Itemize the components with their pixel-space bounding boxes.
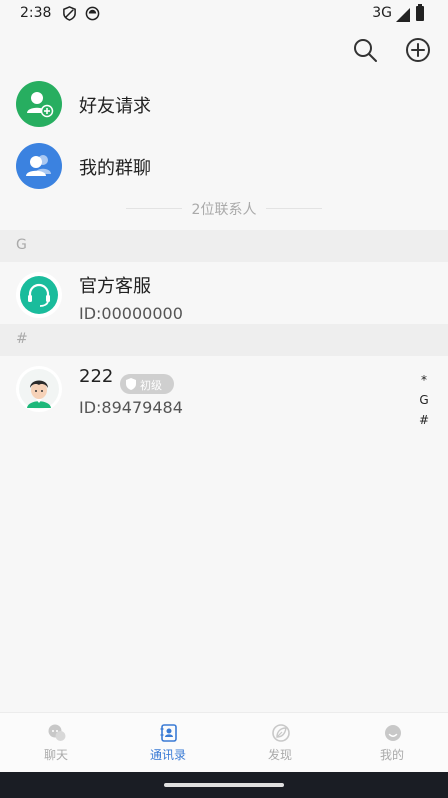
signal-icon <box>396 8 410 22</box>
discover-icon <box>272 724 290 742</box>
tab-profile[interactable]: 我的 <box>336 713 448 773</box>
contact-row-222[interactable]: 222 初级 ID:89479484 <box>0 366 448 430</box>
alphabet-index-bar[interactable]: * G # <box>416 370 432 430</box>
customer-service-avatar <box>16 272 62 318</box>
index-item-g[interactable]: G <box>416 390 432 410</box>
profile-icon <box>385 725 401 741</box>
contact-name: 官方客服 <box>79 276 151 297</box>
level-badge: 初级 <box>120 374 174 394</box>
add-circle-icon[interactable] <box>404 36 432 64</box>
level-badge-icon <box>126 378 136 390</box>
add-friend-icon <box>16 81 62 127</box>
my-groups-label: 我的群聊 <box>79 158 151 179</box>
contacts-icon <box>160 724 177 742</box>
index-item-star[interactable]: * <box>416 370 432 390</box>
contact-name: 222 <box>79 366 114 387</box>
network-type: 3G <box>372 5 392 21</box>
status-time: 2:38 <box>20 5 52 21</box>
divider <box>266 208 322 209</box>
user-avatar <box>16 366 62 412</box>
tab-contacts[interactable]: 通讯录 <box>112 713 224 773</box>
tab-discover[interactable]: 发现 <box>224 713 336 773</box>
home-gesture-handle[interactable] <box>164 783 284 787</box>
top-toolbar <box>0 28 448 72</box>
my-groups-row[interactable]: 我的群聊 <box>0 136 448 196</box>
status-bar: 2:38 3G <box>0 0 448 28</box>
system-nav-bar <box>0 772 448 798</box>
contact-id: ID:00000000 <box>79 304 183 323</box>
app-notification-icon <box>85 6 100 21</box>
tab-label: 发现 <box>267 748 292 762</box>
tab-label: 我的 <box>379 748 404 762</box>
search-icon[interactable] <box>351 36 379 64</box>
chat-icon <box>48 724 66 741</box>
section-letter: G <box>16 237 27 253</box>
index-item-hash[interactable]: # <box>416 410 432 430</box>
level-badge-text: 初级 <box>140 379 162 392</box>
bottom-tab-bar: 聊天 通讯录 发现 我的 <box>0 712 448 772</box>
section-header-hash: # <box>0 324 448 356</box>
shield-icon <box>63 6 76 21</box>
group-icon <box>16 143 62 189</box>
tab-chat[interactable]: 聊天 <box>0 713 112 773</box>
contact-count: 2位联系人 <box>191 202 257 218</box>
tab-label: 聊天 <box>43 748 68 762</box>
friend-requests-row[interactable]: 好友请求 <box>0 74 448 134</box>
contact-id: ID:89479484 <box>79 398 183 417</box>
section-header-g: G <box>0 230 448 262</box>
section-letter: # <box>16 331 28 347</box>
friend-requests-label: 好友请求 <box>79 96 151 117</box>
battery-icon <box>416 4 424 21</box>
tab-label: 通讯录 <box>149 748 186 762</box>
